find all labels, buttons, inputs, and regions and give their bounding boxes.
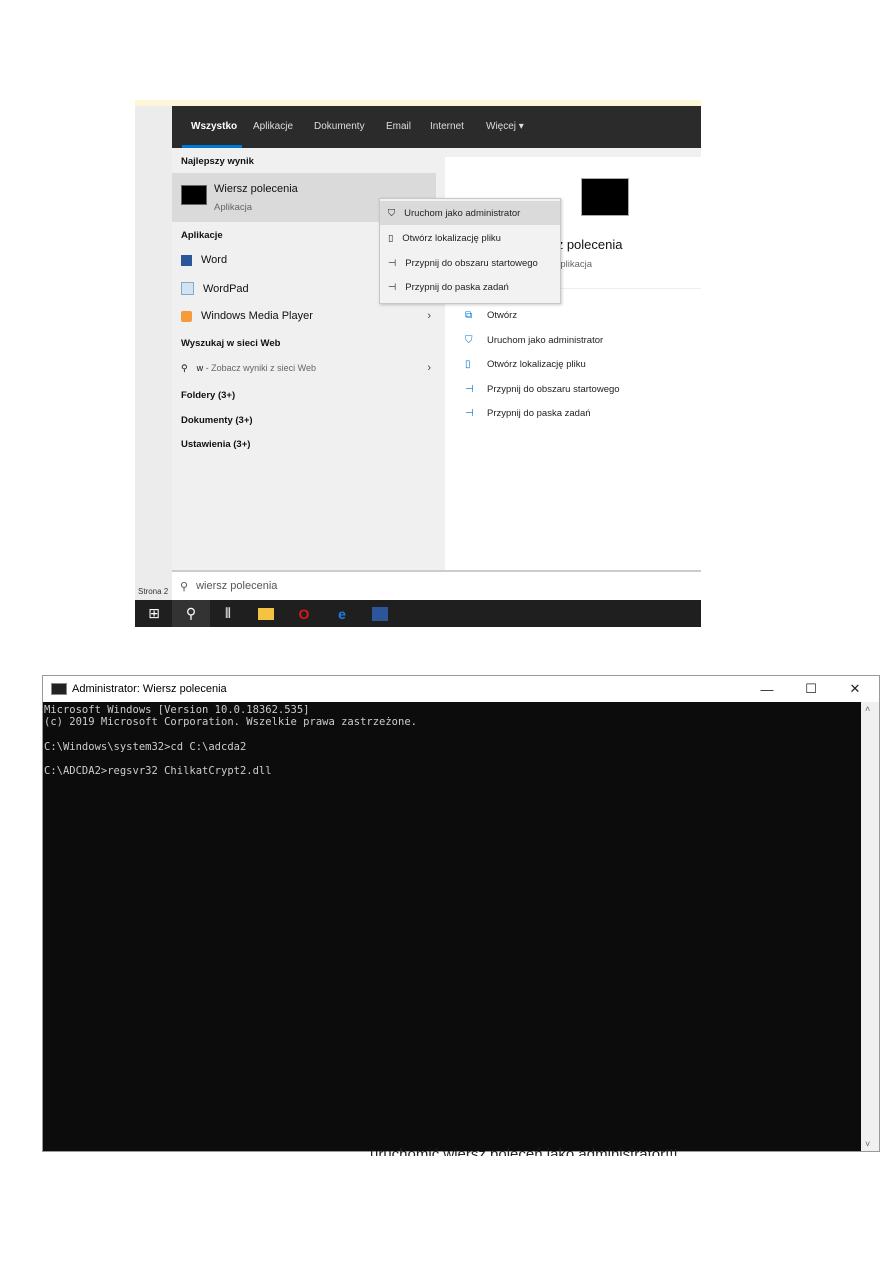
app-item-word[interactable]: Word <box>181 254 227 266</box>
document-background: Strona 2 <box>135 100 701 627</box>
folder-location-icon: ▯ <box>465 359 471 370</box>
cmd-large-icon <box>581 178 629 216</box>
tab-documents[interactable]: Dokumenty <box>314 121 365 132</box>
tab-apps[interactable]: Aplikacje <box>253 121 293 132</box>
tab-internet[interactable]: Internet <box>430 121 464 132</box>
action-run-as-admin[interactable]: ⛉ Uruchom jako administrator <box>465 335 603 346</box>
app-item-wordpad[interactable]: WordPad <box>181 282 249 295</box>
cmd-icon <box>181 185 207 205</box>
menu-pin-taskbar[interactable]: ⊣ Przypnij do paska zadań <box>380 275 560 299</box>
search-panel: Wszystko Aplikacje Dokumenty Email Inter… <box>172 106 701 600</box>
tab-email[interactable]: Email <box>386 121 411 132</box>
action-open[interactable]: ⧉ Otwórz <box>465 310 517 321</box>
folder-location-icon: ▯ <box>388 232 394 244</box>
taskbar: ⊞ ⚲ ⫴ O e <box>135 600 701 627</box>
chevron-right-icon[interactable]: › <box>427 362 431 374</box>
scrollbar[interactable]: ˄ ˅ <box>861 702 879 1151</box>
menu-open-location[interactable]: ▯ Otwórz lokalizację pliku <box>380 226 560 250</box>
console-output[interactable]: Microsoft Windows [Version 10.0.18362.53… <box>43 702 861 1151</box>
action-label: Przypnij do paska zadań <box>487 408 591 419</box>
menu-label: Przypnij do paska zadań <box>405 281 509 293</box>
file-explorer-icon[interactable] <box>247 600 285 627</box>
menu-label: Otwórz lokalizację pliku <box>402 232 501 244</box>
console-line: C:\ADCDA2>regsvr32 ChilkatCrypt2.dll <box>44 765 272 778</box>
close-button[interactable]: ✕ <box>833 676 877 702</box>
minimize-button[interactable]: — <box>745 676 789 702</box>
tab-all[interactable]: Wszystko <box>191 121 237 132</box>
app-item-media-player[interactable]: Windows Media Player › <box>181 310 431 322</box>
maximize-button[interactable]: ☐ <box>789 676 833 702</box>
edge-icon[interactable]: e <box>323 600 361 627</box>
action-label: Uruchom jako administrator <box>487 335 604 346</box>
scroll-down-icon[interactable]: ˅ <box>865 1139 870 1149</box>
media-player-icon <box>181 310 192 322</box>
app-label: Windows Media Player <box>201 310 313 322</box>
action-open-location[interactable]: ▯ Otwórz lokalizację pliku <box>465 359 586 370</box>
search-icon: ⚲ <box>180 580 189 593</box>
apps-header: Aplikacje <box>181 230 223 241</box>
open-icon: ⧉ <box>465 310 473 321</box>
action-label: Otwórz lokalizację pliku <box>487 359 586 370</box>
app-label: WordPad <box>203 282 249 295</box>
opera-icon[interactable]: O <box>285 600 323 627</box>
documents-link[interactable]: Dokumenty (3+) <box>181 415 253 426</box>
pin-icon: ⊣ <box>465 408 474 419</box>
settings-link[interactable]: Ustawienia (3+) <box>181 439 250 450</box>
search-input[interactable]: wiersz polecenia <box>196 580 277 592</box>
web-suffix: - Zobacz wyniki z sieci Web <box>203 363 316 373</box>
action-pin-start[interactable]: ⊣ Przypnij do obszaru startowego <box>465 384 620 395</box>
best-match-title: Wiersz polecenia <box>214 183 298 195</box>
tab-more[interactable]: Więcej ▾ <box>486 121 524 132</box>
menu-label: Przypnij do obszaru startowego <box>405 257 538 269</box>
menu-pin-start[interactable]: ⊣ Przypnij do obszaru startowego <box>380 251 560 275</box>
document-caption: uruchomić wiersz poleceń jako administra… <box>370 1144 770 1157</box>
console-line: (c) 2019 Microsoft Corporation. Wszelkie… <box>44 716 417 729</box>
chevron-down-icon: ▾ <box>518 121 524 132</box>
task-view-icon[interactable]: ⫴ <box>209 600 247 627</box>
word-icon <box>181 254 192 266</box>
console-line: ​ <box>44 753 860 765</box>
cmd-icon <box>51 683 67 695</box>
shield-icon: ⛉ <box>388 207 396 219</box>
console-window: Administrator: Wiersz polecenia — ☐ ✕ Mi… <box>42 675 880 1152</box>
action-label: Przypnij do obszaru startowego <box>487 384 620 395</box>
best-match-type: Aplikacja <box>214 202 253 213</box>
scroll-up-icon[interactable]: ˄ <box>865 704 870 714</box>
search-box[interactable]: ⚲ wiersz polecenia <box>172 570 701 600</box>
pin-icon: ⊣ <box>388 281 397 293</box>
window-title: Administrator: Wiersz polecenia <box>72 683 227 695</box>
chevron-right-icon[interactable]: › <box>427 310 431 322</box>
context-menu: ⛉ Uruchom jako administrator ▯ Otwórz loka… <box>379 198 561 304</box>
best-match-header: Najlepszy wynik <box>181 156 254 167</box>
search-screenshot: Strona 2 Wszystko Aplikacje Dokumenty Em… <box>135 100 701 627</box>
menu-label: Uruchom jako administrator <box>404 207 521 219</box>
tab-more-label: Więcej <box>486 121 517 132</box>
folders-link[interactable]: Foldery (3+) <box>181 390 235 401</box>
shield-icon: ⛉ <box>465 335 473 346</box>
console-line: ​ <box>44 729 860 741</box>
active-tab-indicator <box>182 145 242 148</box>
word-icon[interactable] <box>361 600 399 627</box>
console-line: C:\Windows\system32>cd C:\adcda2 <box>44 740 247 753</box>
page-label: Strona 2 <box>138 587 169 596</box>
pin-icon: ⊣ <box>388 257 397 269</box>
search-icon: ⚲ <box>181 362 188 373</box>
action-label: Otwórz <box>487 310 518 321</box>
menu-run-as-admin[interactable]: ⛉ Uruchom jako administrator <box>380 201 560 225</box>
web-search-item[interactable]: ⚲ w - Zobacz wyniki z sieci Web › <box>181 362 431 374</box>
action-pin-taskbar[interactable]: ⊣ Przypnij do paska zadań <box>465 408 591 419</box>
wordpad-icon <box>181 282 194 295</box>
search-tabs: Wszystko Aplikacje Dokumenty Email Inter… <box>172 106 701 148</box>
web-header: Wyszukaj w sieci Web <box>181 338 281 349</box>
console-line: Microsoft Windows [Version 10.0.18362.53… <box>44 704 310 716</box>
title-bar: Administrator: Wiersz polecenia — ☐ ✕ <box>43 676 879 702</box>
pin-icon: ⊣ <box>465 384 474 395</box>
app-label: Word <box>201 254 228 266</box>
start-icon[interactable]: ⊞ <box>135 600 173 627</box>
search-icon[interactable]: ⚲ <box>172 600 210 627</box>
caption-text: uruchomić wiersz poleceń jako administra… <box>370 1146 678 1157</box>
